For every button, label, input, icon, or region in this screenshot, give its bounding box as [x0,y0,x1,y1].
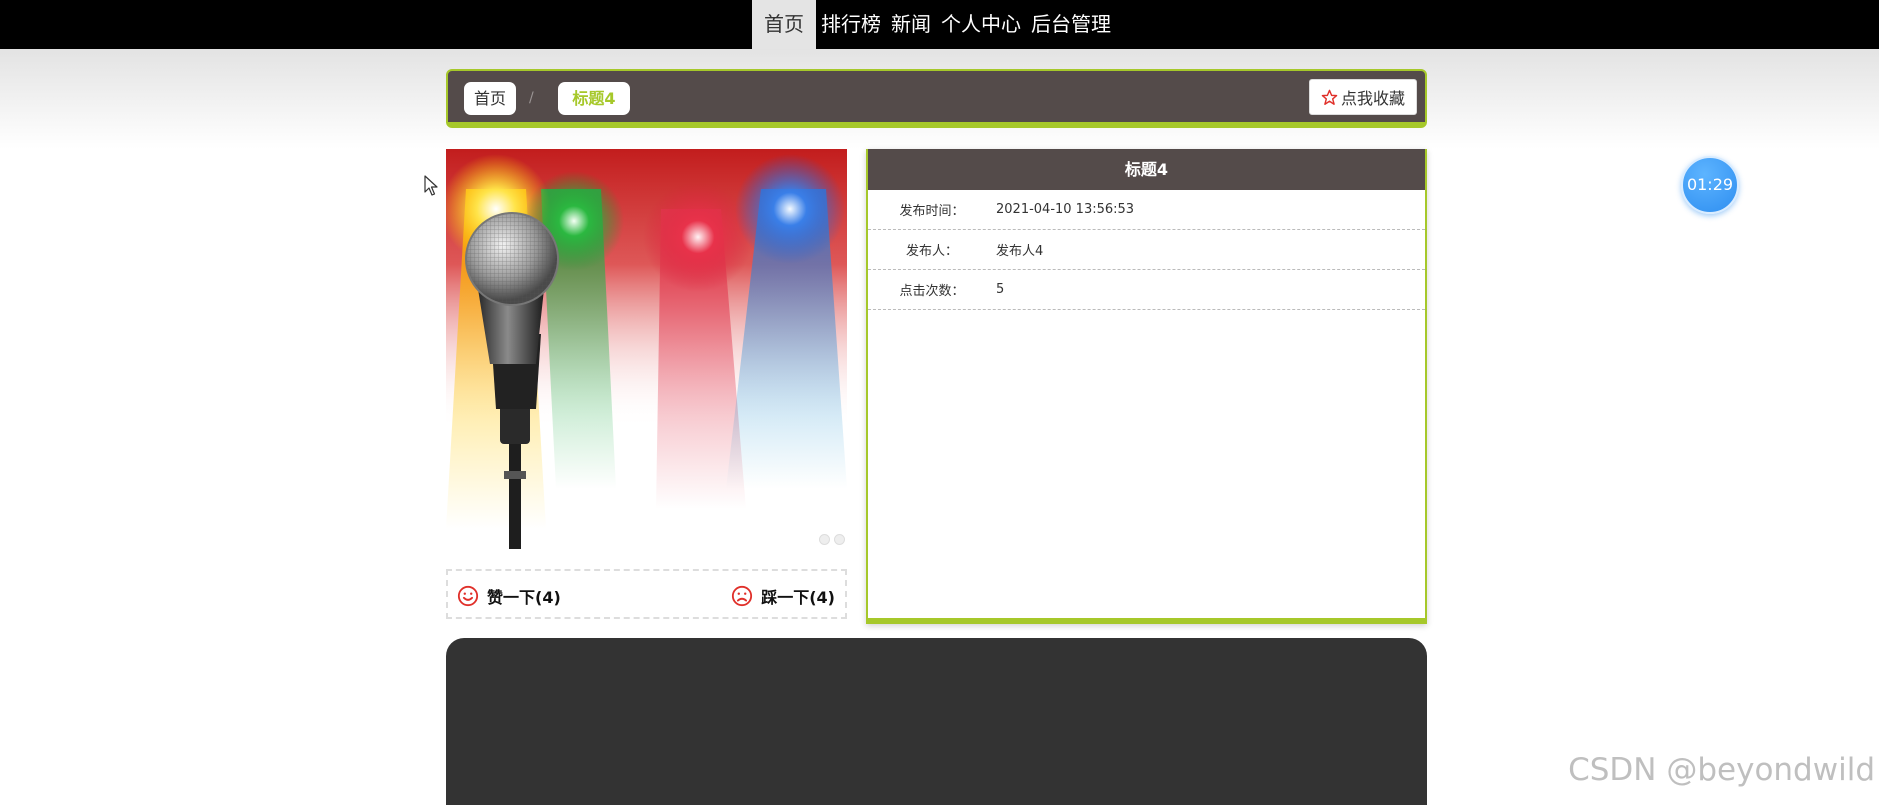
star-icon [1321,89,1338,105]
nav-item-ranking[interactable]: 排行榜 [816,0,886,49]
breadcrumb-current[interactable]: 标题4 [558,82,630,115]
detail-value: 2021-04-10 13:56:53 [996,202,1135,217]
dislike-button[interactable]: 踩一下(4) [731,584,835,608]
timer-bubble[interactable]: 01:29 [1681,156,1739,214]
detail-title: 标题4 [868,149,1425,190]
breadcrumb-separator: / [529,90,534,106]
detail-label: 发布时间： [899,204,965,219]
microphone-stage-image [446,149,847,549]
dislike-label: 踩一下(4) [761,588,835,607]
detail-row-click-count: 点击次数： 5 [868,270,1425,310]
vote-bar: 赞一下(4) 踩一下(4) [446,569,847,619]
like-button[interactable]: 赞一下(4) [457,584,561,608]
breadcrumb: 首页 / 标题4 点我收藏 [446,69,1427,128]
detail-value: 5 [996,282,1005,297]
nav-item-personal-center[interactable]: 个人中心 [936,0,1026,49]
breadcrumb-home-link[interactable]: 首页 [464,82,516,115]
nav-menu: 首页 排行榜 新闻 个人中心 后台管理 [752,0,1116,49]
detail-panel: 标题4 发布时间： 2021-04-10 13:56:53 发布人： 发布人4 … [866,149,1427,624]
mouse-cursor-icon [424,175,438,196]
like-label: 赞一下(4) [487,588,561,607]
frown-icon [732,585,753,607]
detail-label: 点击次数： [899,284,965,299]
detail-label: 发布人： [905,244,958,259]
favorite-button-label: 点我收藏 [1340,89,1405,108]
bottom-content-panel [446,638,1427,805]
nav-item-admin[interactable]: 后台管理 [1026,0,1116,49]
carousel-indicators [819,534,845,545]
smile-icon [457,585,479,607]
detail-value: 发布人4 [996,244,1044,259]
nav-item-home[interactable]: 首页 [752,0,816,49]
detail-row-publisher: 发布人： 发布人4 [868,230,1425,270]
carousel-dot-2[interactable] [834,534,845,545]
carousel-dot-1[interactable] [819,534,830,545]
watermark-text: CSDN @beyondwild [1568,752,1875,788]
nav-item-news[interactable]: 新闻 [886,0,936,49]
favorite-button[interactable]: 点我收藏 [1309,79,1417,115]
content-image [446,149,847,549]
top-navigation-bar: 首页 排行榜 新闻 个人中心 后台管理 [0,0,1879,49]
detail-row-publish-time: 发布时间： 2021-04-10 13:56:53 [868,190,1425,230]
